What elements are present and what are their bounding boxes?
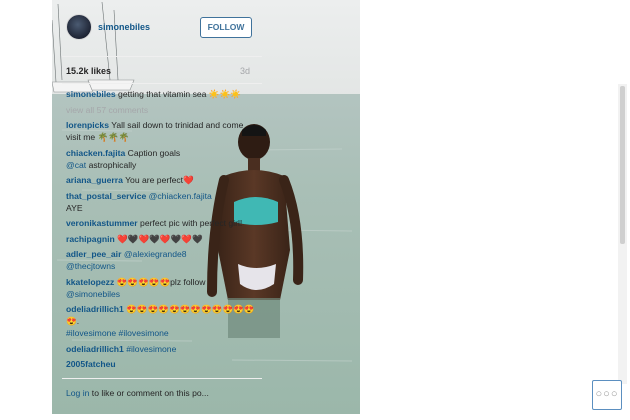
comment-text: You are perfect❤️ — [122, 175, 194, 185]
comment-item: odeliadrillich1 #ilovesimone — [66, 343, 258, 355]
comment-username[interactable]: lorenpicks — [66, 120, 109, 130]
comment-username[interactable]: ariana_guerra — [66, 175, 123, 185]
post-modal: simonebiles FOLLOW 15.2k likes 3d simone… — [0, 0, 630, 420]
login-prompt-text: to like or comment on this po... — [89, 388, 209, 398]
comment-text: 😍😍😍😍😍plz follow — [114, 276, 206, 287]
comments-scrollbar-thumb[interactable] — [620, 86, 625, 244]
comment-username[interactable]: that_postal_service — [66, 191, 146, 201]
more-options-icon: ○○○ — [595, 388, 619, 400]
comment-item: 2005fatcheu — [66, 358, 258, 370]
comment-text-after: AYE — [66, 202, 83, 213]
login-prompt: Log in to like or comment on this po... — [66, 388, 230, 398]
comment-mention[interactable]: @chiacken.fajita — [149, 191, 212, 201]
post-timestamp[interactable]: 3d — [240, 66, 250, 76]
comment-item: odeliadrillich1 😍😍😍😍😍😍😍😍😍😍😍😍😍. #ilovesimo… — [66, 303, 258, 339]
comment-mention-2[interactable]: @thecjtowns — [66, 261, 115, 271]
comment-username[interactable]: veronikastummer — [66, 218, 138, 228]
comment-item: lorenpicks Yall sail down to trinidad an… — [66, 119, 258, 143]
divider — [62, 83, 262, 84]
caption-text: getting that vitamin sea ☀️☀️☀️ — [115, 89, 241, 99]
comment-username[interactable]: odeliadrillich1 — [66, 304, 124, 314]
user-avatar[interactable] — [66, 14, 92, 40]
comment-mention[interactable]: @simonebiles — [66, 289, 120, 299]
comment-hashtags[interactable]: #ilovesimone #ilovesimone — [66, 328, 169, 338]
comment-item: rachipagnin ❤️🖤❤️🖤❤️🖤❤️🖤 — [66, 233, 258, 245]
comment-hashtag[interactable]: #ilovesimone — [126, 344, 176, 354]
comment-item: kkatelopezz 😍😍😍😍😍plz follow @simonebiles — [66, 276, 258, 300]
divider — [62, 378, 262, 379]
comment-mention[interactable]: @alexiegrande8 — [124, 249, 187, 259]
comment-text: perfect pic with perfect girl! — [137, 218, 243, 228]
comment-username[interactable]: chiacken.fajita — [66, 148, 125, 158]
comment-item: ariana_guerra You are perfect❤️ — [66, 174, 258, 186]
comment-mention[interactable]: @cat — [66, 160, 86, 170]
divider — [62, 56, 262, 57]
more-options-button[interactable]: ○○○ — [592, 380, 622, 410]
likes-count[interactable]: 15.2k likes — [66, 66, 111, 76]
comment-username[interactable]: adler_pee_air — [66, 249, 121, 259]
comments-list: simonebiles getting that vitamin sea ☀️☀… — [66, 88, 258, 376]
login-link[interactable]: Log in — [66, 388, 89, 398]
comment-item: that_postal_service @chiacken.fajita AYE — [66, 190, 258, 214]
comment-item: veronikastummer perfect pic with perfect… — [66, 217, 258, 229]
follow-button[interactable]: FOLLOW — [200, 17, 252, 38]
comment-username[interactable]: rachipagnin — [66, 234, 115, 244]
comment-text: Caption goals — [125, 147, 181, 158]
comment-username[interactable]: odeliadrillich1 — [66, 344, 124, 354]
caption: simonebiles getting that vitamin sea ☀️☀… — [66, 88, 258, 100]
comment-text: ❤️🖤❤️🖤❤️🖤❤️🖤 — [114, 233, 203, 244]
comment-item: chiacken.fajita Caption goals @cat astrop… — [66, 147, 258, 171]
view-all-comments-link[interactable]: view all 57 comments — [66, 104, 258, 116]
comment-text-after: astrophically — [86, 159, 137, 170]
caption-username[interactable]: simonebiles — [66, 89, 116, 99]
comment-username[interactable]: kkatelopezz — [66, 277, 114, 287]
header-username[interactable]: simonebiles — [98, 22, 150, 32]
comment-item: adler_pee_air @alexiegrande8 @thecjtowns — [66, 248, 258, 272]
comment-username[interactable]: 2005fatcheu — [66, 359, 116, 369]
